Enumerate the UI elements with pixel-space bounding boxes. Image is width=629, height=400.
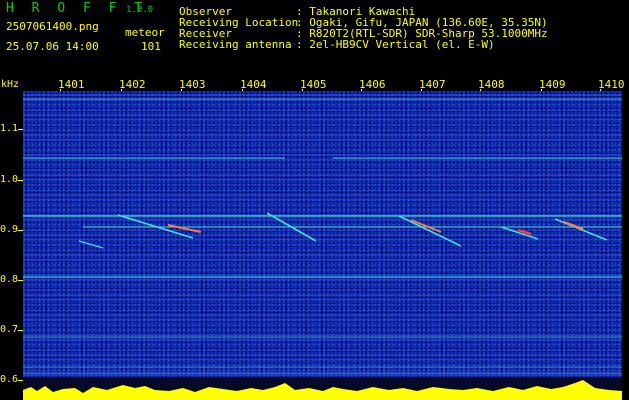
right-margin: [622, 91, 629, 400]
file-name: 2507061400.png: [6, 20, 99, 33]
meteor-trace: [554, 218, 608, 241]
x-tick-label: 1401: [58, 78, 85, 91]
meteor-trace-peak: [563, 221, 584, 230]
x-tick-label: 1405: [300, 78, 327, 91]
x-tick-label: 1409: [539, 78, 566, 91]
x-tick-label: 1406: [359, 78, 386, 91]
y-unit-label: kHz: [1, 79, 20, 90]
meteor-trace: [398, 215, 462, 247]
x-axis: kHz 1401 1402 1403 1404 1405 1406 1407 1…: [0, 77, 629, 91]
meteor-trace-peak: [167, 224, 202, 233]
y-tick-label: 0.8: [0, 274, 19, 285]
meteor-trace: [78, 240, 104, 249]
meteor-count: 101: [141, 40, 161, 53]
header-panel: H R O F F T 1.0.0 2507061400.png meteor …: [0, 0, 629, 77]
x-tick-label: 1404: [240, 78, 267, 91]
y-axis: 1.1 1.0 0.9 0.8 0.7 0.6: [0, 91, 23, 400]
antenna-label: Receiving antenna: [179, 38, 292, 51]
x-tick-label: 1407: [419, 78, 446, 91]
app-version: 1.0.0: [126, 5, 154, 15]
x-tick-label: 1410: [598, 78, 625, 91]
mode-label: meteor: [125, 26, 165, 39]
y-tick-label: 0.7: [0, 324, 19, 335]
antenna-value: : 2el-HB9CV Vertical (el. E-W): [296, 38, 495, 51]
x-tick-label: 1402: [119, 78, 146, 91]
y-tick-label: 0.9: [0, 224, 19, 235]
y-tick-label: 1.1: [0, 123, 19, 134]
meteor-trace-peak: [410, 219, 442, 233]
spectrogram-plot: [23, 91, 622, 400]
x-tick-label: 1408: [478, 78, 505, 91]
meteor-trace: [500, 226, 539, 240]
spectrogram-traces: [23, 98, 622, 400]
y-tick-label: 1.0: [0, 174, 19, 185]
x-tick-label: 1403: [179, 78, 206, 91]
date-time: 25.07.06 14:00: [6, 40, 99, 53]
y-tick-label: 0.6: [0, 374, 19, 385]
